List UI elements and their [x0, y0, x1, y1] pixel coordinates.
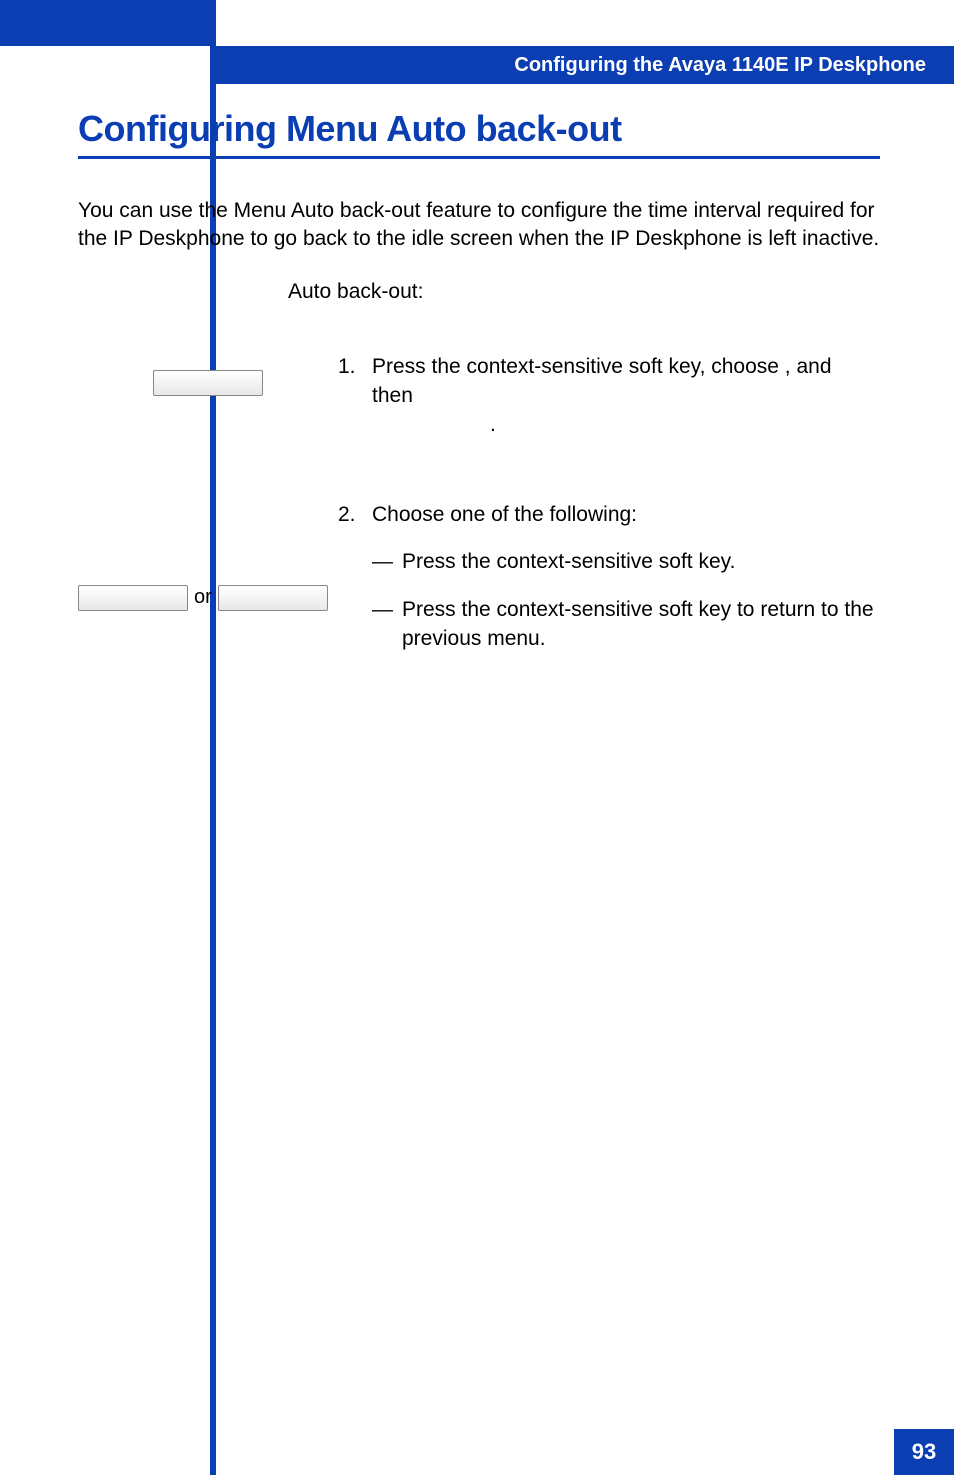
page-number: 93 — [912, 1439, 936, 1465]
step-2-text: 2. Choose one of the following: — Press … — [338, 500, 880, 654]
intro-paragraph: You can use the Menu Auto back-out featu… — [78, 197, 880, 254]
step-2-number: 2. — [338, 500, 372, 529]
step-2-sub-b: — Press the context-sensitive soft key t… — [338, 595, 880, 654]
page-number-box: 93 — [894, 1429, 954, 1475]
step-1-tail: . — [490, 413, 496, 436]
step-2-row: or 2. Choose one of the following: — Pre… — [78, 500, 880, 654]
soft-key-button[interactable] — [153, 370, 263, 396]
step-1-number: 1. — [338, 352, 372, 440]
step-2-key-area: or — [78, 500, 338, 611]
soft-key-button-b[interactable] — [218, 585, 328, 611]
top-left-bar — [0, 0, 210, 46]
step-1-text: 1. Press the context-sensitive soft key,… — [338, 352, 880, 440]
step-1-row: 1. Press the context-sensitive soft key,… — [78, 352, 880, 440]
step-1-line: Press the context-sensitive soft key, ch… — [372, 355, 832, 407]
lead-in-text: Auto back-out: — [288, 280, 880, 304]
dash-icon: — — [372, 595, 402, 654]
step-2-sub-a-text: Press the context-sensitive soft key. — [402, 547, 880, 576]
step-1-key-area — [78, 352, 338, 396]
running-header: Configuring the Avaya 1140E IP Deskphone — [210, 46, 954, 84]
section-title: Configuring Menu Auto back-out — [78, 108, 880, 159]
step-2-sub-b-text: Press the context-sensitive soft key to … — [402, 595, 880, 654]
step-2-line: Choose one of the following: — [372, 503, 637, 526]
page-content: Configuring Menu Auto back-out You can u… — [78, 108, 880, 713]
soft-key-button-a[interactable] — [78, 585, 188, 611]
or-label: or — [194, 586, 212, 609]
running-header-title: Configuring the Avaya 1140E IP Deskphone — [514, 54, 926, 77]
step-2-sub-a: — Press the context-sensitive soft key. — [338, 547, 880, 576]
dash-icon: — — [372, 547, 402, 576]
